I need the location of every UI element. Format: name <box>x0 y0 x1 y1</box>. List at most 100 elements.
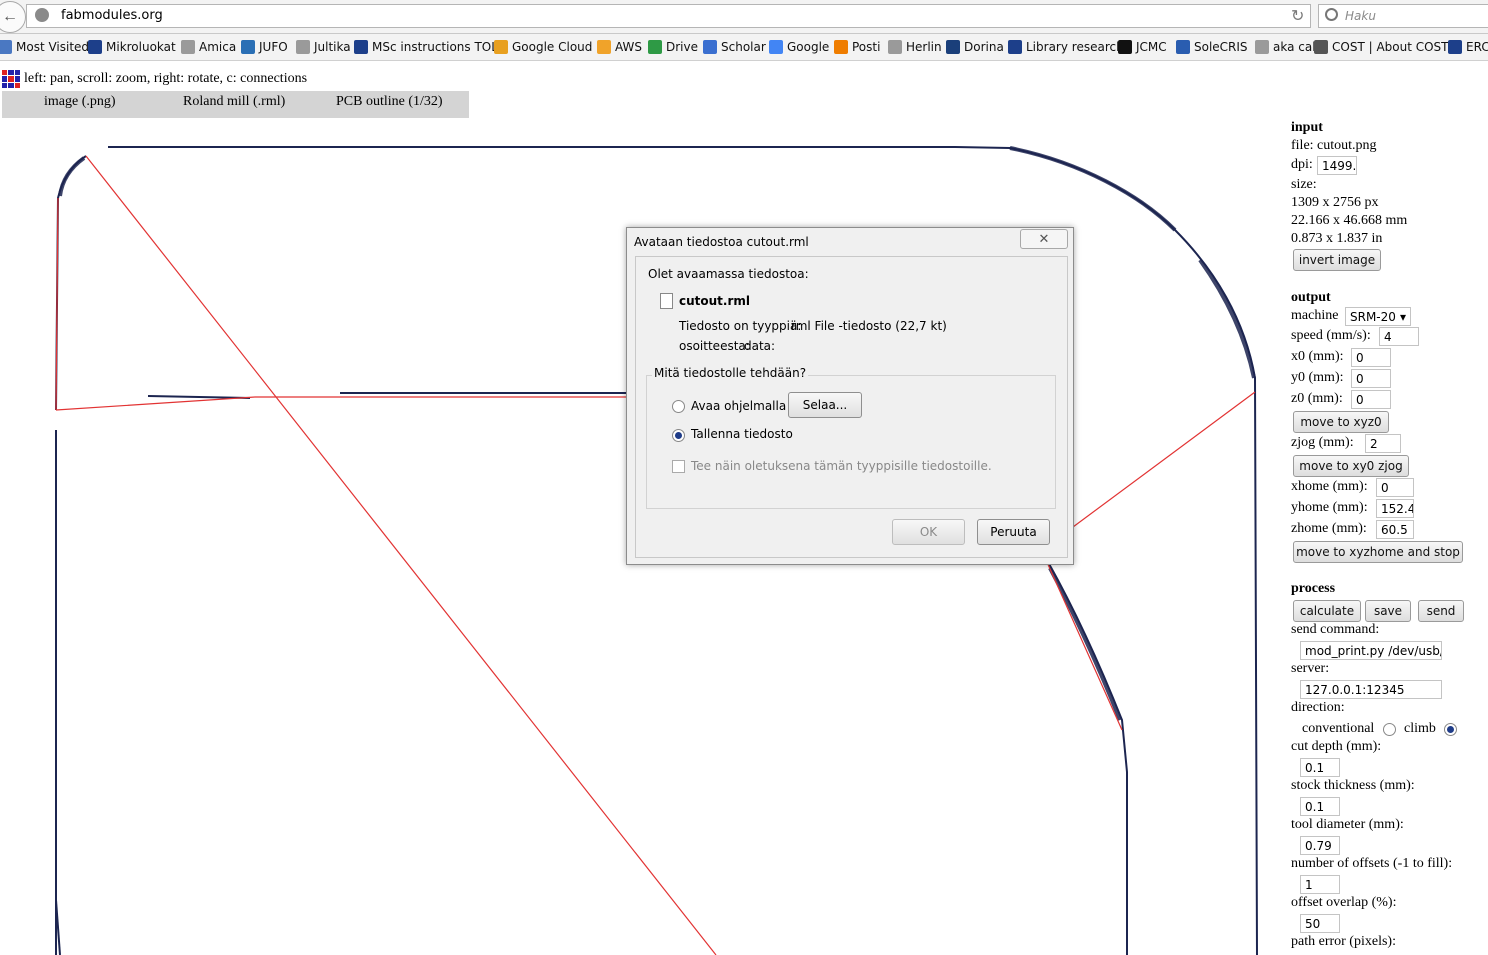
dialog-title: Avataan tiedostoa cutout.rml <box>634 235 809 249</box>
dialog-close-button[interactable]: ✕ <box>1020 229 1068 249</box>
y0-input[interactable]: 0 <box>1351 369 1391 388</box>
bookmark-label: Google Cloud <box>512 40 593 54</box>
bookmark-item[interactable]: AWS <box>597 40 642 54</box>
url-bar[interactable]: fabmodules.org ↻ <box>26 4 1311 28</box>
dpi-input[interactable]: 1499.9 <box>1317 156 1357 175</box>
bookmark-label: Amica <box>199 40 237 54</box>
bookmark-favicon-icon <box>241 40 255 54</box>
bookmark-item[interactable]: Most Visited <box>0 40 89 54</box>
back-button[interactable]: ← <box>0 1 26 33</box>
bookmark-item[interactable]: Library research <box>1008 40 1124 54</box>
bookmark-favicon-icon <box>946 40 960 54</box>
bookmark-favicon-icon <box>648 40 662 54</box>
save-button[interactable]: save <box>1365 600 1411 622</box>
save-file-radio[interactable] <box>672 429 685 442</box>
search-bar[interactable]: Haku <box>1318 4 1488 28</box>
path-error-label: path error (pixels): <box>1291 934 1396 949</box>
bookmark-favicon-icon <box>494 40 508 54</box>
module-image-png[interactable]: image (.png) <box>44 94 116 110</box>
cut-depth-input[interactable]: 0.1 <box>1300 758 1340 777</box>
bookmark-item[interactable]: COST | About COST <box>1314 40 1449 54</box>
server-input[interactable]: 127.0.0.1:12345 <box>1300 680 1442 699</box>
bookmark-item[interactable]: JUFO <box>241 40 288 54</box>
y0-label: y0 (mm): <box>1291 370 1344 385</box>
move-to-xy0-zjog-button[interactable]: move to xy0 zjog <box>1293 455 1409 477</box>
dialog-body: Olet avaamassa tiedostoa: cutout.rml Tie… <box>635 256 1068 558</box>
offsets-input[interactable]: 1 <box>1300 875 1340 894</box>
bookmark-item[interactable]: Mikroluokat <box>88 40 176 54</box>
send-command-input[interactable]: mod_print.py /dev/usb/lp0 <box>1300 641 1442 660</box>
bookmark-favicon-icon <box>1448 40 1462 54</box>
open-with-label[interactable]: Avaa ohjelmalla <box>691 399 786 413</box>
stock-thickness-label: stock thickness (mm): <box>1291 778 1415 793</box>
bookmark-item[interactable]: Google Cloud <box>494 40 592 54</box>
bookmark-favicon-icon <box>834 40 848 54</box>
bookmark-item[interactable]: ERC <box>1448 40 1488 54</box>
dpi-label: dpi: <box>1291 157 1313 172</box>
bookmark-item[interactable]: SoleCRIS <box>1176 40 1248 54</box>
zhome-input[interactable]: 60.5 <box>1376 520 1414 539</box>
type-label: Tiedosto on tyyppiä: <box>679 319 802 333</box>
server-label: server: <box>1291 661 1330 676</box>
machine-select[interactable]: SRM-20 ▾ <box>1345 307 1411 326</box>
overlap-input[interactable]: 50 <box>1300 914 1340 933</box>
bookmark-item[interactable]: aka call <box>1255 40 1319 54</box>
default-checkbox[interactable] <box>672 460 685 473</box>
overlap-label: offset overlap (%): <box>1291 895 1397 910</box>
bookmark-label: AWS <box>615 40 643 54</box>
move-to-xyzhome-button[interactable]: move to xyzhome and stop <box>1293 541 1463 563</box>
browser-toolbar: ← fabmodules.org ↻ Haku <box>0 0 1488 34</box>
tool-diameter-input[interactable]: 0.79 <box>1300 836 1340 855</box>
module-pcb-outline[interactable]: PCB outline (1/32) <box>336 94 443 110</box>
bookmark-item[interactable]: MSc instructions TOL <box>354 40 498 54</box>
bookmark-item[interactable]: Posti <box>834 40 880 54</box>
conventional-radio[interactable] <box>1383 723 1396 736</box>
bookmark-favicon-icon <box>1255 40 1269 54</box>
bookmark-item[interactable]: Scholar <box>703 40 766 54</box>
bookmark-favicon-icon <box>181 40 195 54</box>
save-file-label[interactable]: Tallenna tiedosto <box>691 427 793 441</box>
x0-input[interactable]: 0 <box>1351 348 1391 367</box>
bookmark-label: Dorina <box>964 40 1004 54</box>
bookmark-item[interactable]: JCMC <box>1118 40 1167 54</box>
from-value: data: <box>744 339 776 353</box>
bookmark-label: COST | About COST <box>1332 40 1449 54</box>
zjog-input[interactable]: 2 <box>1365 434 1401 453</box>
input-file: file: cutout.png <box>1291 138 1377 153</box>
open-with-radio[interactable] <box>672 400 685 413</box>
bookmark-item[interactable]: Jultika <box>296 40 351 54</box>
bookmark-item[interactable]: Drive <box>648 40 698 54</box>
bookmark-item[interactable]: Google <box>769 40 829 54</box>
bookmark-label: Library research <box>1026 40 1124 54</box>
machine-select-value: SRM-20 <box>1350 310 1396 324</box>
invert-image-button[interactable]: invert image <box>1293 249 1381 271</box>
xhome-input[interactable]: 0 <box>1376 478 1414 497</box>
xhome-label: xhome (mm): <box>1291 479 1368 494</box>
calculate-button[interactable]: calculate <box>1293 600 1361 622</box>
bookmark-favicon-icon <box>1176 40 1190 54</box>
bookmark-favicon-icon <box>703 40 717 54</box>
send-button[interactable]: send <box>1418 600 1464 622</box>
bookmark-item[interactable]: Herlin <box>888 40 942 54</box>
process-heading: process <box>1291 581 1336 596</box>
input-heading: input <box>1291 120 1323 135</box>
bookmark-item[interactable]: Amica <box>181 40 236 54</box>
x0-label: x0 (mm): <box>1291 349 1344 364</box>
bookmark-label: JUFO <box>259 40 288 54</box>
settings-panel: input file: cutout.png dpi: 1499.9 size:… <box>1291 120 1488 955</box>
stock-thickness-input[interactable]: 0.1 <box>1300 797 1340 816</box>
bookmark-favicon-icon <box>296 40 310 54</box>
speed-input[interactable]: 4 <box>1379 327 1419 346</box>
reload-icon[interactable]: ↻ <box>1291 6 1304 26</box>
speed-label: speed (mm/s): <box>1291 328 1371 343</box>
back-arrow-icon: ← <box>2 8 18 25</box>
browse-button[interactable]: Selaa... <box>788 392 862 418</box>
bookmark-item[interactable]: Dorina <box>946 40 1004 54</box>
ok-button[interactable]: OK <box>892 519 965 545</box>
z0-input[interactable]: 0 <box>1351 390 1391 409</box>
module-roland-mill[interactable]: Roland mill (.rml) <box>183 94 285 110</box>
climb-radio[interactable] <box>1444 723 1457 736</box>
move-to-xyz0-button[interactable]: move to xyz0 <box>1293 411 1389 433</box>
cancel-button[interactable]: Peruuta <box>977 519 1050 545</box>
yhome-input[interactable]: 152.4 <box>1376 499 1414 518</box>
